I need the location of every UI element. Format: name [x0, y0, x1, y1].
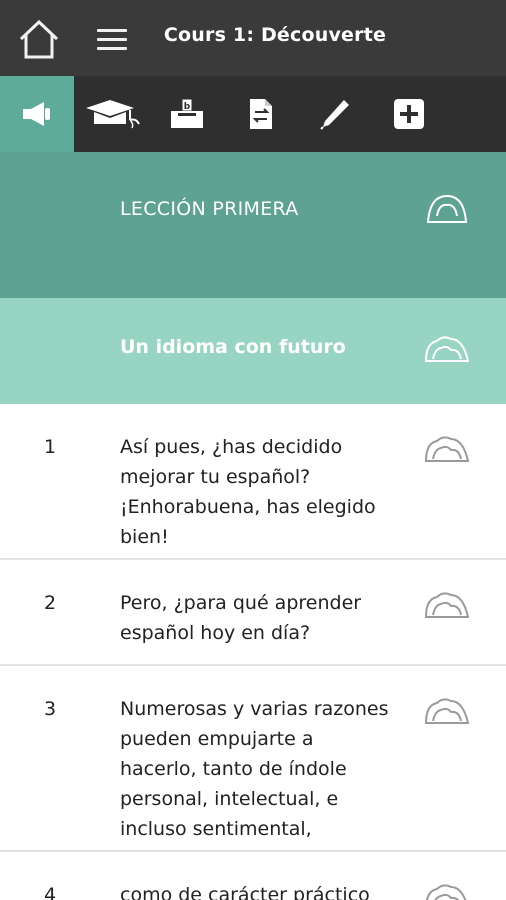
- tool-write[interactable]: [298, 76, 372, 152]
- tool-learn[interactable]: [76, 76, 150, 152]
- listen-item-button[interactable]: [422, 878, 472, 900]
- document-swap-icon: [250, 99, 272, 129]
- list-item[interactable]: 3 Numerosas y varias razones pueden empu…: [0, 666, 506, 852]
- lesson-header: LECCIÓN PRIMERA: [0, 152, 506, 298]
- hamburger-icon: [97, 28, 127, 32]
- head-icon: [426, 194, 468, 223]
- item-text: Así pues, ¿has decidido mejorar tu españ…: [120, 436, 376, 548]
- page-title: Cours 1: Découverte: [163, 24, 387, 46]
- svg-text:b: b: [184, 102, 191, 112]
- listen-lesson-title-button[interactable]: [422, 190, 472, 230]
- heads-icon: [424, 436, 470, 462]
- heads-icon: [424, 592, 470, 618]
- item-text: Numerosas y varias razones pueden empuja…: [120, 698, 389, 840]
- listen-item-button[interactable]: [422, 430, 472, 470]
- list-item[interactable]: 1 Así pues, ¿has decidido mejorar tu esp…: [0, 404, 506, 560]
- lesson-subtitle: Un idioma con futuro: [120, 336, 346, 358]
- ballot-box-icon: b: [171, 98, 203, 128]
- plus-square-icon: [394, 99, 424, 129]
- heads-icon: [424, 336, 470, 362]
- top-bar: Cours 1: Découverte: [0, 0, 506, 76]
- lesson-subtitle-row: Un idioma con futuro: [0, 298, 506, 404]
- menu-button[interactable]: [92, 20, 132, 58]
- tool-more[interactable]: [372, 76, 446, 152]
- toolbar: b: [0, 76, 506, 152]
- listen-item-button[interactable]: [422, 586, 472, 626]
- pen-icon: [320, 100, 349, 130]
- lesson-title: LECCIÓN PRIMERA: [120, 198, 299, 220]
- item-number: 2: [44, 592, 57, 614]
- tool-translate[interactable]: [224, 76, 298, 152]
- item-number: 1: [44, 436, 57, 458]
- tool-vote[interactable]: b: [150, 76, 224, 152]
- home-button[interactable]: [14, 14, 64, 64]
- megaphone-icon: [23, 102, 50, 126]
- item-number: 3: [44, 698, 57, 720]
- list-item[interactable]: 2 Pero, ¿para qué aprender español hoy e…: [0, 560, 506, 666]
- item-number: 4: [44, 884, 57, 900]
- heads-icon: [425, 884, 467, 900]
- item-text: Pero, ¿para qué aprender español hoy en …: [120, 592, 362, 644]
- home-icon: [19, 19, 59, 59]
- tool-listen[interactable]: [0, 76, 74, 152]
- listen-subtitle-button[interactable]: [422, 330, 472, 370]
- item-text: como de carácter práctico: [120, 884, 370, 900]
- graduation-cap-icon: [86, 100, 140, 129]
- heads-icon: [424, 698, 470, 724]
- listen-item-button[interactable]: [422, 692, 472, 732]
- list-item[interactable]: 4 como de carácter práctico: [0, 852, 506, 900]
